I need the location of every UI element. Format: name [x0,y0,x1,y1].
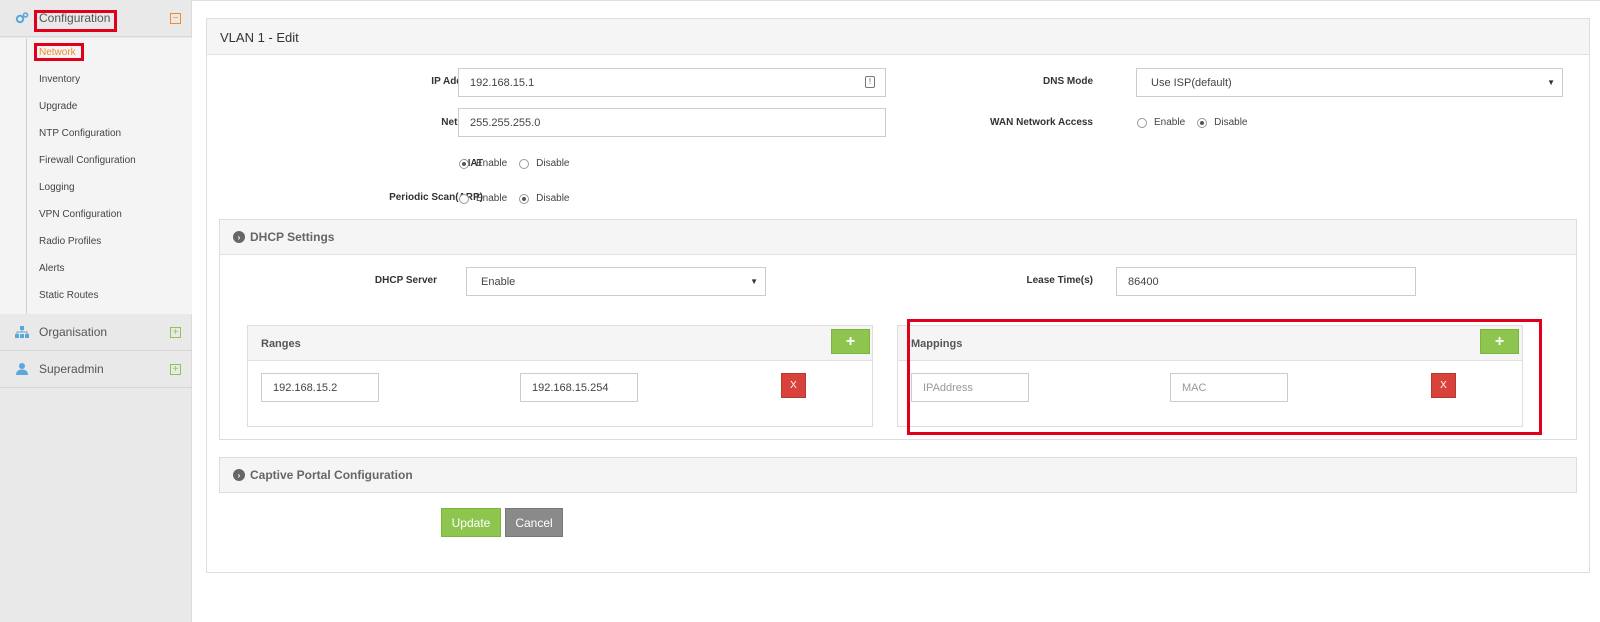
periodic-scan-radio-group: Enable Disable [459,193,582,204]
sidebar-section-label: Superadmin [39,362,104,376]
user-icon [15,362,29,376]
wan-enable-label: Enable [1154,117,1186,128]
scan-enable-label: Enable [476,193,508,204]
add-range-button[interactable]: + [831,329,870,354]
range-end-value: 192.168.15.254 [532,381,609,394]
configuration-submenu [0,38,192,314]
captive-portal-title-text: Captive Portal Configuration [250,468,413,482]
gears-icon [15,11,29,25]
radio-checked-icon[interactable] [519,193,530,204]
lease-time-value: 86400 [1128,275,1159,288]
dhcp-server-label: DHCP Server [374,275,437,286]
range-end-input[interactable]: 192.168.15.254 [520,373,638,402]
netmask-value: 255.255.255.0 [470,116,541,129]
radio-unchecked-icon[interactable] [459,193,469,204]
lease-time-label: Lease Time(s) [1026,275,1093,286]
sidebar-item-alerts[interactable]: Alerts [39,263,65,274]
sidebar-item-firewall-configuration[interactable]: Firewall Configuration [39,155,136,166]
dns-mode-label: DNS Mode [1043,76,1093,87]
chevron-right-circle-icon: › [233,469,245,481]
expand-icon[interactable]: + [170,326,181,338]
dropdown-caret-icon: ▼ [1547,78,1555,87]
update-button[interactable]: Update [441,508,501,537]
nat-enable-option[interactable]: Enable [459,158,507,169]
sidebar-section-superadmin[interactable]: Superadmin + [0,351,192,388]
dns-mode-select[interactable]: Use ISP(default) ▼ [1136,68,1563,97]
wan-disable-option[interactable]: Disable [1197,117,1248,128]
sidebar-item-logging[interactable]: Logging [39,182,75,193]
nat-radio-group: Enable Disable [459,158,582,169]
wan-access-radio-group: Enable Disable [1137,117,1260,128]
panel-header: VLAN 1 - Edit [207,19,1589,55]
sidebar-item-static-routes[interactable]: Static Routes [39,290,98,301]
nat-disable-label: Disable [536,158,570,169]
scan-disable-option[interactable]: Disable [519,193,570,204]
dhcp-header[interactable]: › DHCP Settings [220,220,1576,255]
range-start-value: 192.168.15.2 [273,381,338,394]
input-info-icon: ! [865,76,875,88]
dhcp-server-select[interactable]: Enable ▼ [466,267,766,296]
captive-portal-title: › Captive Portal Configuration [233,468,413,482]
top-divider [192,0,1600,1]
sidebar-item-inventory[interactable]: Inventory [39,74,80,85]
scan-disable-label: Disable [536,193,570,204]
nat-disable-option[interactable]: Disable [519,158,570,169]
radio-checked-icon[interactable] [459,158,469,169]
radio-checked-icon[interactable] [1197,117,1208,128]
sidebar-item-ntp-configuration[interactable]: NTP Configuration [39,128,121,139]
highlight-mappings [907,319,1542,435]
nat-enable-label: Enable [476,158,508,169]
sidebar: Configuration − Network Inventory Upgrad… [0,0,192,622]
ranges-header: Ranges + [248,326,872,361]
wan-access-label: WAN Network Access [990,117,1093,128]
highlight-configuration [34,10,117,32]
range-start-input[interactable]: 192.168.15.2 [261,373,379,402]
captive-portal-header[interactable]: › Captive Portal Configuration [220,458,1576,492]
wan-disable-label: Disable [1214,117,1248,128]
ip-address-input[interactable]: 192.168.15.1 ! [458,68,886,97]
collapse-icon[interactable]: − [170,12,181,24]
dropdown-caret-icon: ▼ [750,277,758,286]
radio-unchecked-icon[interactable] [519,158,530,169]
dns-mode-value: Use ISP(default) [1151,76,1232,89]
scan-enable-option[interactable]: Enable [459,193,507,204]
sidebar-item-upgrade[interactable]: Upgrade [39,101,77,112]
dhcp-title-text: DHCP Settings [250,230,335,244]
sidebar-section-organisation[interactable]: Organisation + [0,314,192,351]
highlight-network [34,43,84,61]
sidebar-item-vpn-configuration[interactable]: VPN Configuration [39,209,122,220]
sitemap-icon [15,325,29,339]
sidebar-section-label: Organisation [39,325,108,339]
page-title: VLAN 1 - Edit [220,30,299,45]
dhcp-server-value: Enable [481,275,516,288]
periodic-scan-label: Periodic Scan(ARP) [389,192,483,203]
expand-icon[interactable]: + [170,363,181,375]
captive-portal-section[interactable]: › Captive Portal Configuration [219,457,1577,493]
lease-time-input[interactable]: 86400 [1116,267,1416,296]
wan-enable-option[interactable]: Enable [1137,117,1185,128]
ip-address-value: 192.168.15.1 [470,76,535,89]
ranges-box: Ranges + 192.168.15.2 192.168.15.254 X [247,325,873,427]
ranges-title: Ranges [261,338,301,350]
sidebar-item-radio-profiles[interactable]: Radio Profiles [39,236,101,247]
vlan-edit-panel: VLAN 1 - Edit IP Address 192.168.15.1 ! … [206,18,1590,573]
dhcp-title: › DHCP Settings [233,230,334,244]
netmask-input[interactable]: 255.255.255.0 [458,108,886,137]
chevron-right-circle-icon: › [233,231,245,243]
remove-range-button[interactable]: X [781,373,806,398]
submenu-guide-line [26,38,27,314]
radio-unchecked-icon[interactable] [1137,117,1147,128]
cancel-button[interactable]: Cancel [505,508,563,537]
